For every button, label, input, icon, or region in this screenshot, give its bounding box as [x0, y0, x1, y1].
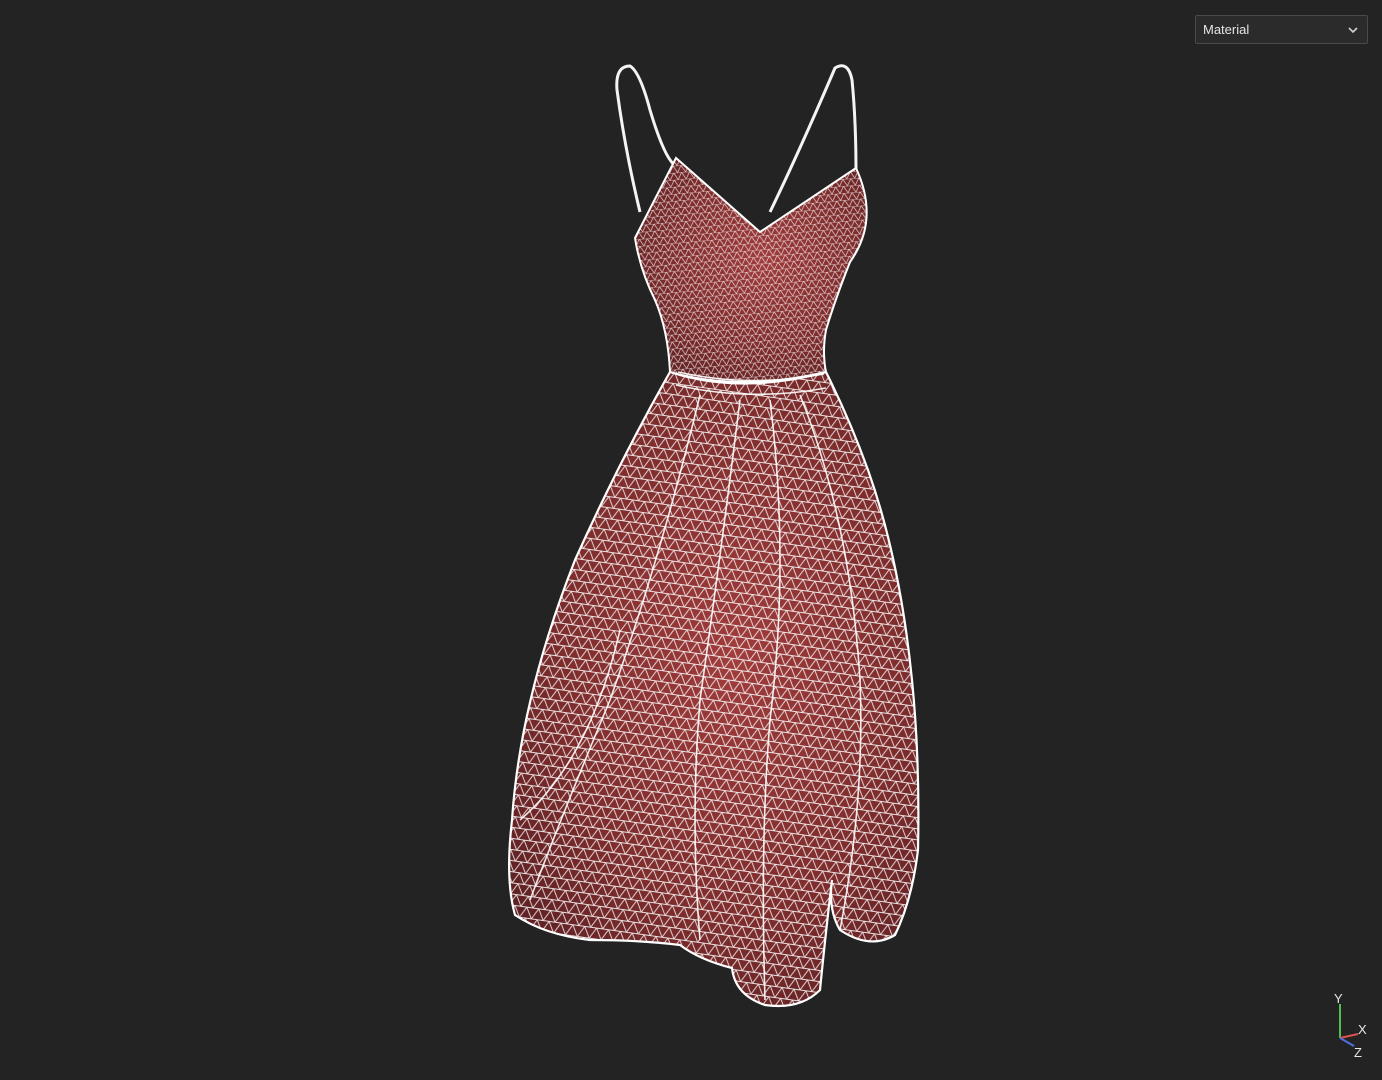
z-axis-line — [1339, 1037, 1355, 1047]
x-axis-label: X — [1358, 1022, 1367, 1037]
dress-model[interactable] — [0, 0, 1382, 1080]
z-axis-label: Z — [1354, 1045, 1362, 1060]
3d-viewport[interactable]: Material Y X Z — [0, 0, 1382, 1080]
axis-gizmo: Y X Z — [1334, 991, 1367, 1060]
chevron-down-icon — [1348, 26, 1358, 33]
shading-mode-dropdown[interactable]: Material — [1195, 15, 1368, 44]
y-axis-label: Y — [1334, 991, 1343, 1006]
shading-mode-label: Material — [1203, 22, 1250, 37]
x-axis-line — [1339, 1033, 1359, 1039]
